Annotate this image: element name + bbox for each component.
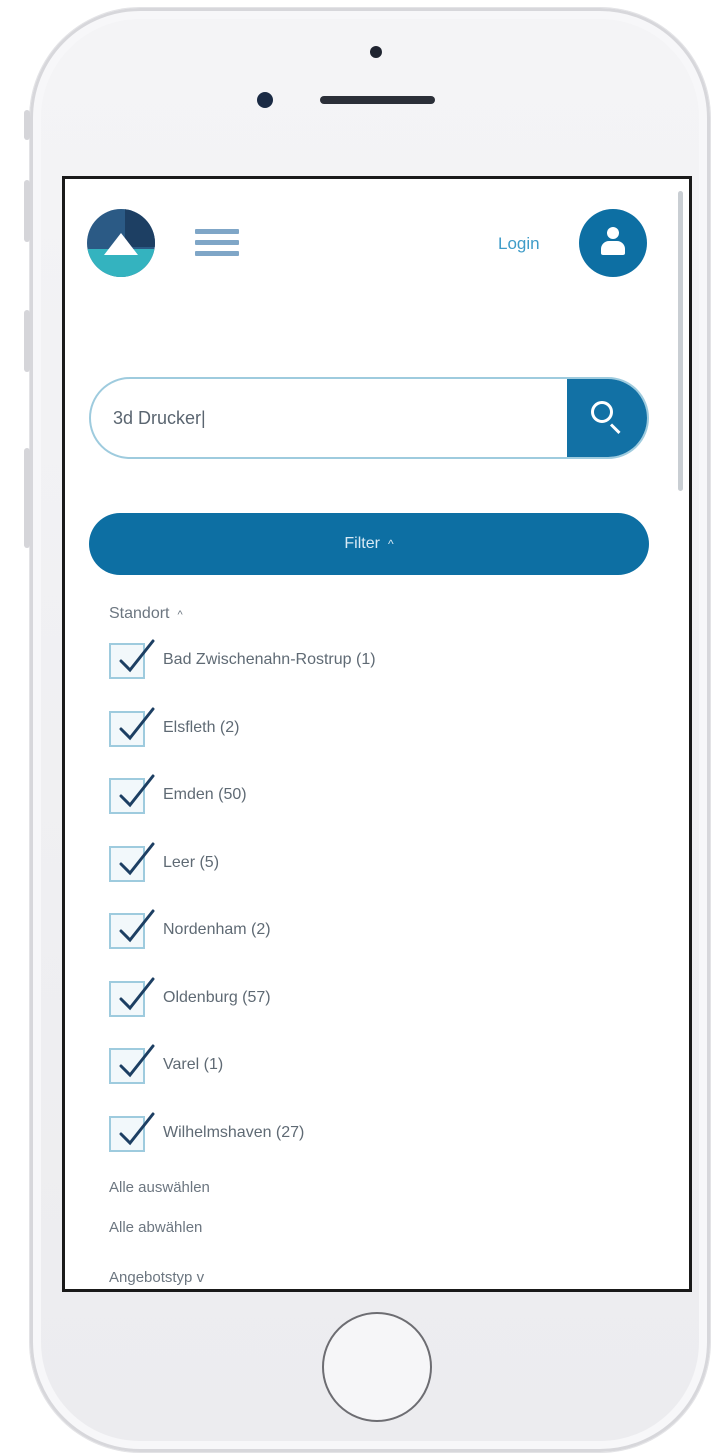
checkbox[interactable] <box>109 707 155 747</box>
phone-silent-switch <box>24 448 30 548</box>
checkmark-icon <box>119 639 155 673</box>
checkbox-label: Oldenburg (57) <box>163 988 271 1006</box>
checkbox-row[interactable]: Wilhelmshaven (27) <box>109 1112 629 1154</box>
checkbox-label: Emden (50) <box>163 786 247 803</box>
logo[interactable] <box>87 209 155 277</box>
search-button[interactable] <box>567 379 647 457</box>
user-icon[interactable] <box>579 209 647 277</box>
chevron-up-icon: ^ <box>177 609 183 621</box>
proximity-sensor <box>257 92 273 108</box>
logo-peak-shape <box>104 233 138 255</box>
checkmark-icon <box>119 842 155 875</box>
angebotstyp-section-toggle[interactable]: Angebotstyp v <box>109 1269 204 1286</box>
checkbox-row[interactable]: Oldenburg (57) <box>109 977 629 1019</box>
phone-screen: Login Filter ^ Standort ^ Bad Zwischenahn-… <box>62 176 692 1292</box>
checkbox[interactable] <box>109 842 155 882</box>
checkbox-row[interactable]: Bad Zwischenahn-Rostrup (1) <box>109 639 629 681</box>
checkmark-icon <box>119 977 155 1010</box>
chevron-down-icon: v <box>196 1269 205 1286</box>
checkbox-label: Leer (5) <box>163 853 220 871</box>
checkbox-row[interactable]: Emden (50) <box>109 774 629 816</box>
search-icon-handle <box>609 423 621 435</box>
checkmark-icon <box>119 1044 155 1078</box>
checkbox[interactable] <box>109 1112 155 1152</box>
checkmark-icon <box>119 774 155 808</box>
checkbox[interactable] <box>109 774 155 814</box>
checkbox-row[interactable]: Elsfleth (2) <box>109 707 629 749</box>
checkmark-icon <box>119 1112 155 1145</box>
search-icon <box>591 401 613 423</box>
search-input[interactable] <box>91 379 561 457</box>
checkbox[interactable] <box>109 977 155 1017</box>
checkbox-label: Varel (1) <box>163 1056 224 1073</box>
scrollbar[interactable] <box>678 191 683 491</box>
checkmark-icon <box>119 909 155 943</box>
front-camera <box>370 46 382 58</box>
checkbox-row[interactable]: Leer (5) <box>109 842 629 884</box>
menu-bar <box>195 229 239 234</box>
hamburger-menu-icon[interactable] <box>195 229 239 257</box>
select-all-link[interactable]: Alle auswählen <box>109 1179 210 1196</box>
menu-bar <box>195 251 239 256</box>
checkbox-label: Nordenham (2) <box>163 921 271 938</box>
home-button[interactable] <box>322 1312 432 1422</box>
checkbox[interactable] <box>109 1044 155 1084</box>
deselect-all-link[interactable]: Alle abwählen <box>109 1219 202 1236</box>
checkbox-label: Elsfleth (2) <box>163 718 240 736</box>
checkbox-label: Wilhelmshaven (27) <box>163 1123 305 1141</box>
standort-section-toggle[interactable]: Standort ^ <box>109 605 183 623</box>
menu-bar <box>195 240 239 245</box>
standort-label: Standort <box>109 605 170 622</box>
checkbox-row[interactable]: Nordenham (2) <box>109 909 629 951</box>
earpiece-speaker <box>320 96 435 104</box>
chevron-up-icon: ^ <box>387 537 394 551</box>
user-icon-head <box>607 227 619 239</box>
checkmark-icon <box>119 707 155 740</box>
search-bar <box>89 377 649 459</box>
checkbox-label: Bad Zwischenahn-Rostrup (1) <box>163 651 376 668</box>
checkbox[interactable] <box>109 909 155 949</box>
login-link[interactable]: Login <box>498 234 540 254</box>
filter-button[interactable]: Filter ^ <box>89 513 649 575</box>
filter-button-label: Filter <box>344 535 380 552</box>
angebotstyp-label: Angebotstyp <box>109 1269 193 1286</box>
phone-volume-down-button <box>24 310 30 372</box>
checkbox[interactable] <box>109 639 155 679</box>
phone-volume-up-button <box>24 180 30 242</box>
phone-side-button <box>24 110 30 140</box>
user-icon-body <box>601 241 625 255</box>
checkbox-row[interactable]: Varel (1) <box>109 1044 629 1086</box>
